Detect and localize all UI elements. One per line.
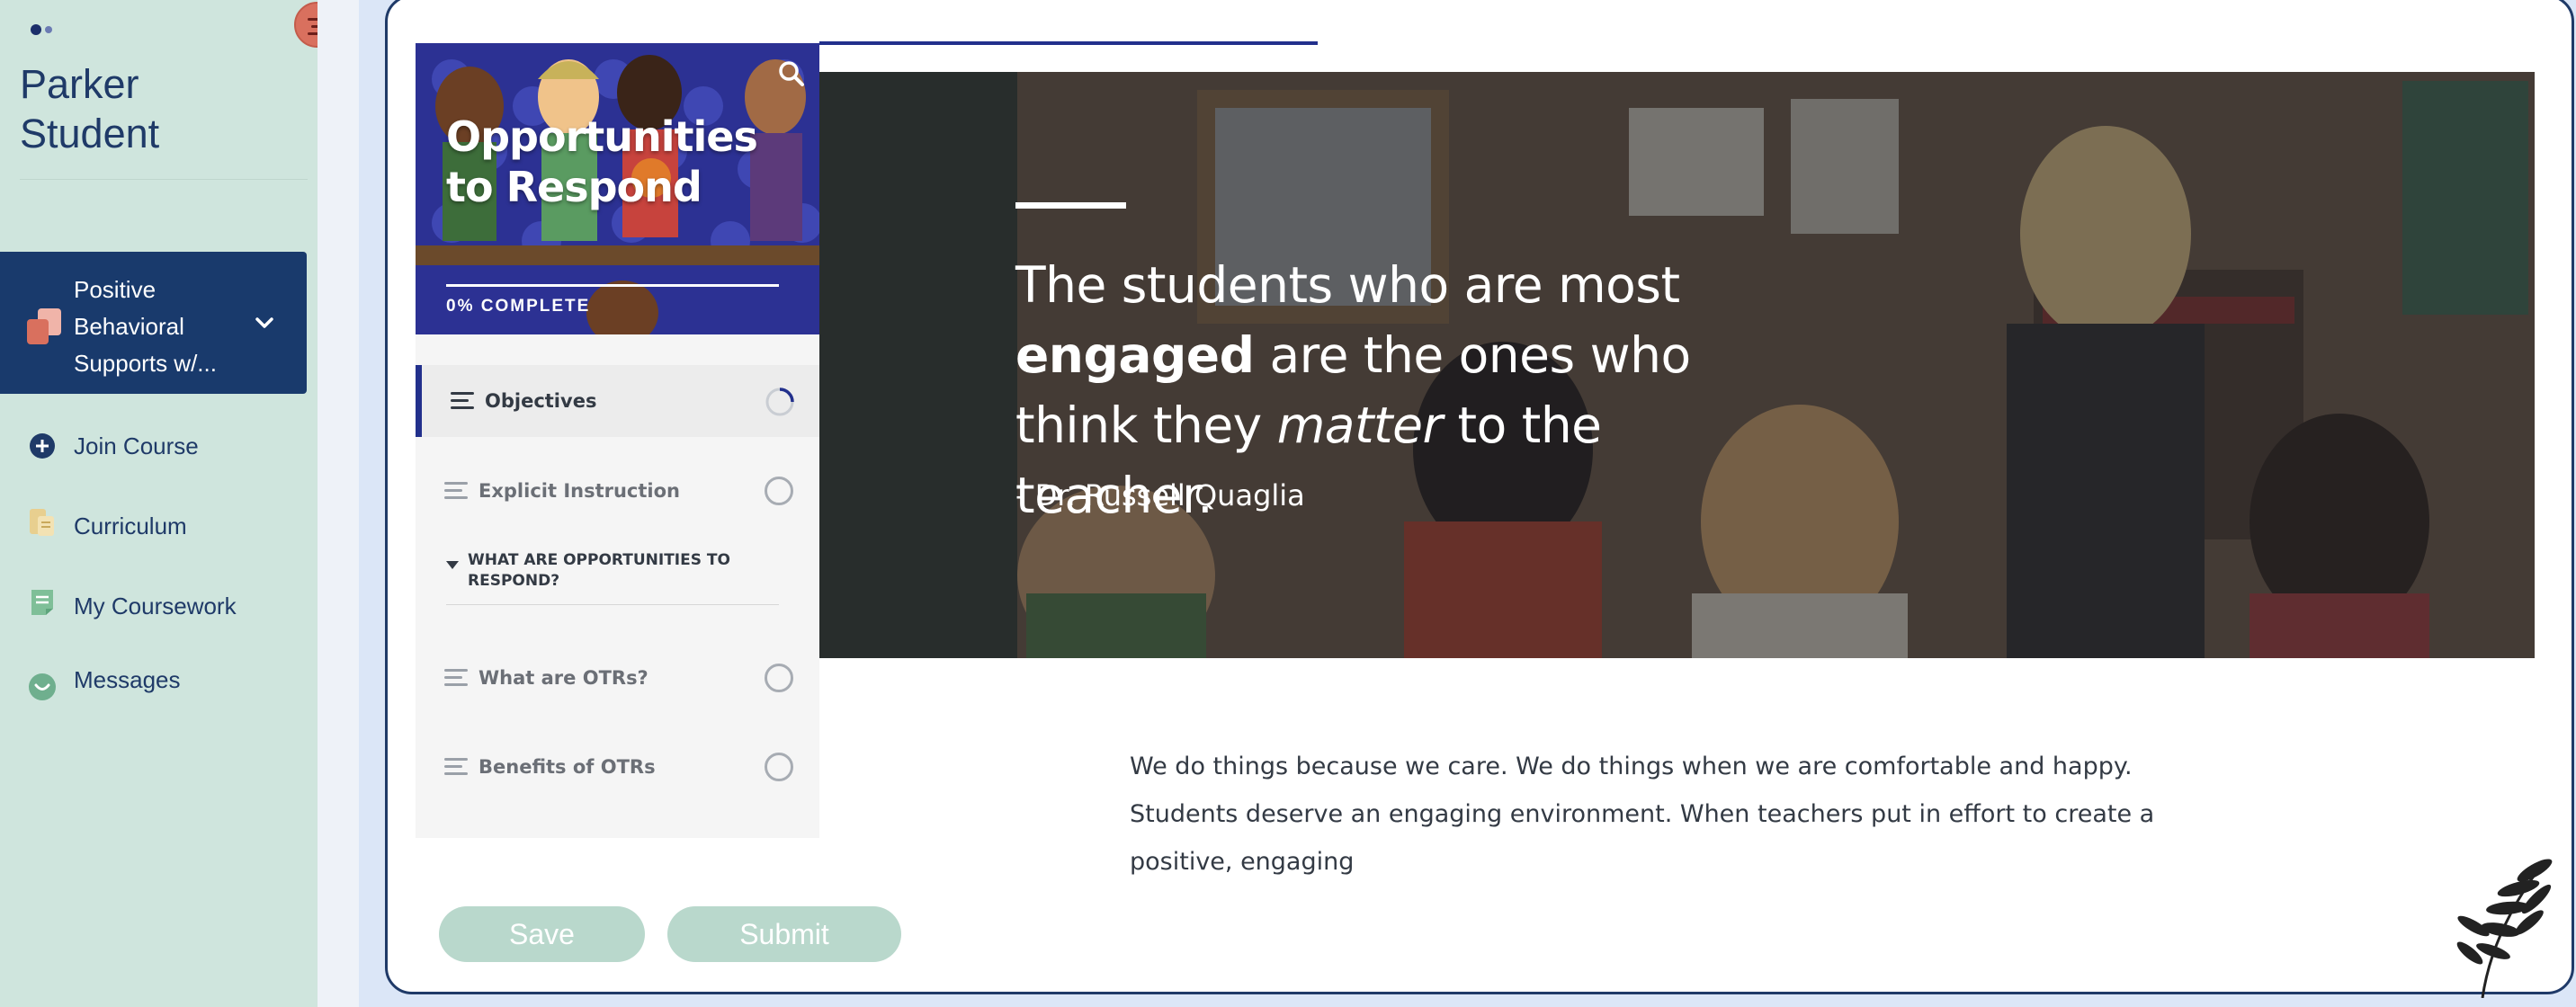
lesson-label: Benefits of OTRs [479,756,656,778]
sidebar-item-my-coursework[interactable]: My Coursework [0,579,306,633]
sidebar-item-messages[interactable]: Messages [0,657,306,711]
student-name: Parker Student [20,61,160,156]
status-circle-icon [765,477,793,505]
sidebar-item-label: My Coursework [74,593,237,619]
quote-emphasis: engaged [1015,326,1255,384]
submit-button[interactable]: Submit [667,906,901,962]
lesson-label: Explicit Instruction [479,480,680,502]
sidebar-divider [20,179,308,180]
sidebar-gutter [318,0,359,1007]
lesson-icon [444,482,468,500]
lesson-icon [444,669,468,687]
quote-rule [1015,202,1126,209]
section-divider [446,604,779,605]
sidebar-item-curriculum[interactable]: Curriculum [0,499,306,553]
sidebar-item-label: Join Course [74,432,199,459]
header-rule [819,41,1318,45]
sidebar-item-label: Curriculum [74,512,187,539]
lesson-label: Objectives [485,390,597,412]
status-circle-icon [765,753,793,781]
chevron-down-icon[interactable] [255,313,274,333]
sidebar-item-course[interactable]: Positive Behavioral Supports w/... [0,252,307,394]
sidebar-item-join-course[interactable]: Join Course [0,419,306,473]
plant-decoration-icon [2456,859,2553,998]
plus-circle-icon [30,433,55,459]
lesson-paragraph: We do things because we care. We do thin… [1130,753,2155,876]
quote-author: - Dr. Russell Quaglia [1015,478,1305,512]
lesson-item-explicit-instruction[interactable]: Explicit Instruction [416,455,819,527]
course-title: Opportunities to Respond [446,112,758,211]
search-icon[interactable] [775,58,808,90]
progress-label: 0% COMPLETE [446,297,591,316]
save-button[interactable]: Save [439,906,645,962]
lesson-icon [451,392,474,410]
status-circle-icon [765,664,793,692]
section-header[interactable]: WHAT ARE OPPORTUNITIES TO RESPOND? [416,550,819,622]
progress-bar [446,284,779,287]
sidebar-item-label: Positive Behavioral Supports w/... [74,276,217,377]
curriculum-icon [30,509,54,536]
lesson-list: Objectives Explicit Instruction WHAT ARE… [416,334,819,838]
messages-icon [29,673,56,700]
lesson-item-what-are-otrs[interactable]: What are OTRs? [416,642,819,714]
hero-quote-banner: The students who are most engaged are the… [819,72,2535,658]
lesson-icon [444,758,468,776]
app-logo[interactable] [25,16,61,43]
caret-down-icon [446,561,459,569]
lesson-label: What are OTRs? [479,667,648,689]
coursework-icon [31,590,53,615]
quote-italic: matter [1276,397,1443,454]
course-icon [27,308,61,344]
sidebar-item-label: Messages [74,666,181,693]
quote-text: The students who are most [1015,256,1680,314]
lesson-item-objectives[interactable]: Objectives [416,365,819,437]
lesson-item-benefits-of-otrs[interactable]: Benefits of OTRs [416,731,819,803]
course-header-card: Opportunities to Respond 0% COMPLETE [416,43,819,334]
app-sidebar: Parker Student Positive Behavioral Suppo… [0,0,318,1007]
in-progress-icon [765,388,794,416]
section-label: WHAT ARE OPPORTUNITIES TO RESPOND? [468,551,730,590]
